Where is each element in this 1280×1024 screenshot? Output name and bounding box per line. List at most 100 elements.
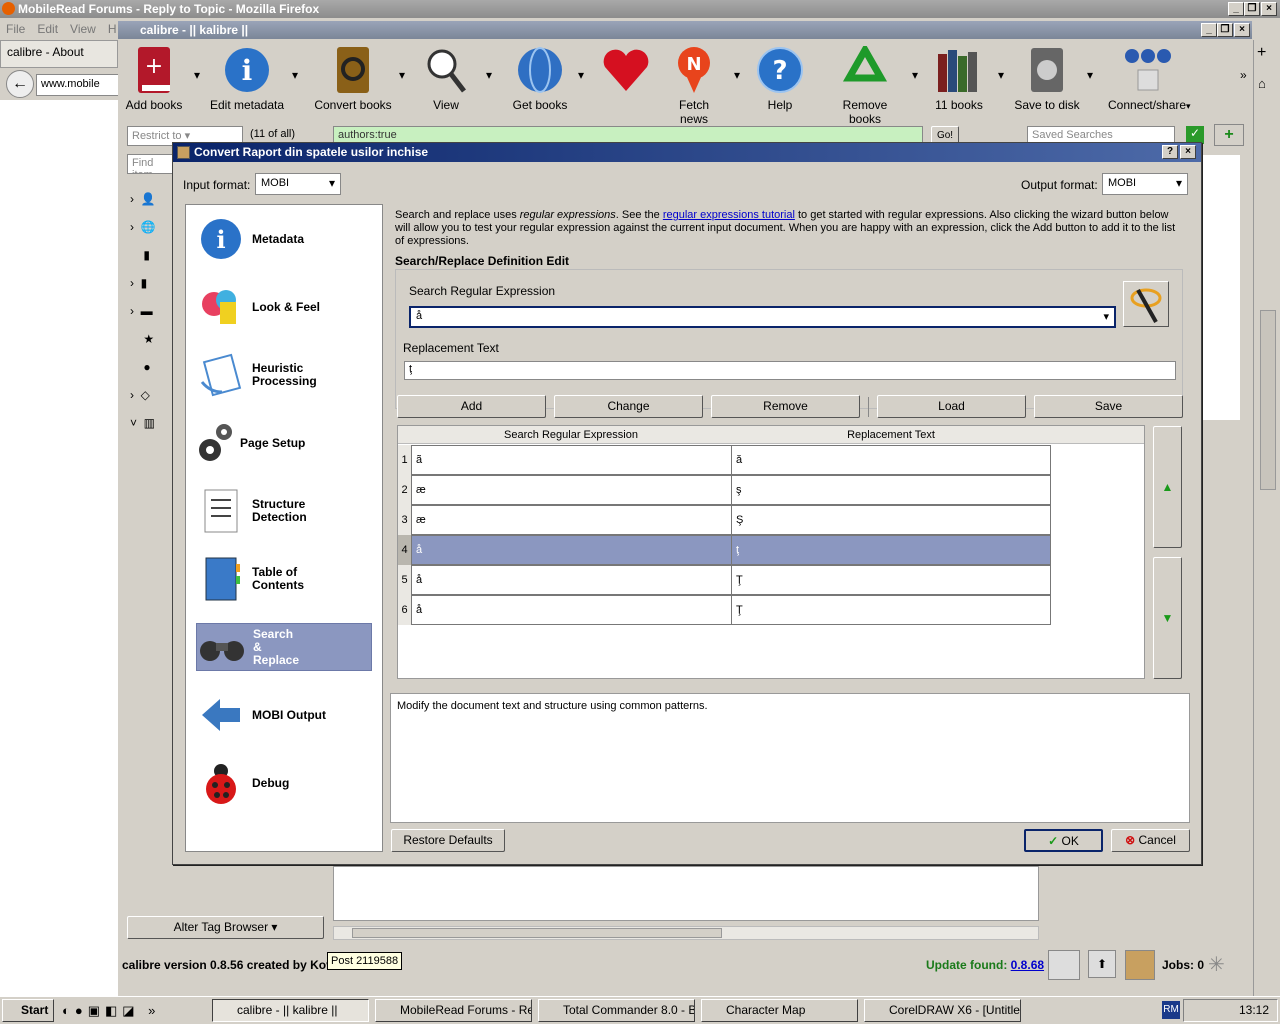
remove-button[interactable]: Remove: [711, 395, 860, 418]
fetch-news-button[interactable]: N Fetch news: [664, 44, 724, 126]
home-icon[interactable]: ⌂: [1258, 76, 1266, 91]
new-tab-icon[interactable]: +: [1257, 44, 1266, 62]
section-heuristic[interactable]: Heuristic Processing: [196, 351, 372, 399]
table-row[interactable]: 5åŢ: [398, 565, 1053, 595]
menu-edit[interactable]: Edit: [37, 22, 58, 36]
book-icon[interactable]: [1125, 950, 1155, 980]
section-structure[interactable]: Structure Detection: [196, 487, 372, 535]
remove-books-button[interactable]: Remove books: [826, 44, 904, 126]
add-books-dropdown[interactable]: ▾: [194, 68, 200, 82]
convert-dropdown[interactable]: ▾: [399, 68, 405, 82]
calibre-minimize-button[interactable]: _: [1201, 23, 1217, 37]
view-dropdown[interactable]: ▾: [486, 68, 492, 82]
task-calibre[interactable]: calibre - || kalibre ||: [212, 999, 369, 1022]
horizontal-scrollbar[interactable]: [333, 926, 1039, 940]
tag-news[interactable]: ●: [130, 353, 170, 381]
find-item-input[interactable]: Find item: [127, 154, 173, 174]
tag-authors[interactable]: › 👤: [130, 185, 170, 213]
move-down-button[interactable]: ▼: [1153, 557, 1182, 679]
expressions-table[interactable]: Search Regular Expression Replacement Te…: [397, 425, 1145, 679]
save-button[interactable]: Save: [1034, 395, 1183, 418]
convert-books-button[interactable]: Convert books: [314, 44, 392, 114]
alter-tag-browser-button[interactable]: Alter Tag Browser ▾: [127, 916, 324, 939]
add-books-button[interactable]: + Add books: [124, 44, 184, 114]
tag-identifiers[interactable]: ˅ ▥: [130, 409, 170, 437]
view-button[interactable]: View: [420, 44, 472, 114]
scroll-thumb[interactable]: [1260, 310, 1276, 490]
toolbar-overflow[interactable]: »: [1240, 68, 1247, 82]
move-up-button[interactable]: ▲: [1153, 426, 1182, 548]
firefox-scrollbar[interactable]: + ⌂: [1253, 40, 1280, 1000]
save-to-disk-button[interactable]: Save to disk: [1014, 44, 1080, 114]
browser-tab[interactable]: calibre - About: [0, 40, 118, 68]
maximize-button[interactable]: ❐: [1244, 2, 1260, 16]
quick-launch[interactable]: ◐●▣◧◪ »: [62, 1003, 202, 1019]
calibre-maximize-button[interactable]: ❐: [1217, 23, 1233, 37]
fetch-news-dropdown[interactable]: ▾: [734, 68, 740, 82]
restore-defaults-button[interactable]: Restore Defaults: [391, 829, 505, 852]
get-books-button[interactable]: Get books: [510, 44, 570, 114]
add-saved-search-icon[interactable]: +: [1214, 124, 1244, 146]
task-total-commander[interactable]: Total Commander 8.0 - B...: [538, 999, 695, 1022]
section-page-setup[interactable]: Page Setup: [196, 419, 372, 467]
start-button[interactable]: Start: [2, 999, 54, 1022]
table-row[interactable]: 2æş: [398, 475, 1053, 505]
section-look-feel[interactable]: Look & Feel: [196, 283, 372, 331]
ok-button[interactable]: ✓ OK: [1024, 829, 1103, 852]
tag-series[interactable]: ▮: [130, 241, 170, 269]
get-books-dropdown[interactable]: ▾: [578, 68, 584, 82]
donate-button[interactable]: [598, 44, 654, 114]
change-button[interactable]: Change: [554, 395, 703, 418]
tag-rating[interactable]: ★: [130, 325, 170, 353]
table-row[interactable]: 1ãă: [398, 445, 1053, 475]
table-row[interactable]: 6åŢ: [398, 595, 1053, 625]
menu-help[interactable]: H: [108, 22, 117, 36]
close-button[interactable]: ×: [1261, 2, 1277, 16]
update-link[interactable]: 0.8.68: [1011, 958, 1044, 972]
menu-file[interactable]: File: [6, 22, 25, 36]
library-dropdown[interactable]: ▾: [998, 68, 1004, 82]
regex-tutorial-link[interactable]: regular expressions tutorial: [663, 209, 795, 221]
library-button[interactable]: 11 books: [932, 44, 986, 114]
task-firefox[interactable]: MobileRead Forums - Re...: [375, 999, 532, 1022]
save-dropdown[interactable]: ▾: [1087, 68, 1093, 82]
search-regex-input[interactable]: å ▾: [409, 306, 1116, 328]
dialog-close-button[interactable]: ×: [1180, 145, 1196, 159]
remove-books-dropdown[interactable]: ▾: [912, 68, 918, 82]
menu-view[interactable]: View: [70, 22, 96, 36]
table-row-selected[interactable]: 4åţ: [398, 535, 1053, 565]
tag-languages[interactable]: › 🌐: [130, 213, 170, 241]
help-button[interactable]: ? Help: [754, 44, 806, 114]
input-format-select[interactable]: MOBI: [255, 173, 341, 195]
calibre-close-button[interactable]: ×: [1234, 23, 1250, 37]
tag-browser[interactable]: › 👤 › 🌐 ▮ › ▮ › ▬ ★ ● › ◇ ˅ ▥: [130, 185, 170, 430]
connect-share-button[interactable]: Connect/share▾: [1108, 44, 1191, 114]
replacement-input[interactable]: ţ: [404, 361, 1176, 380]
cancel-button[interactable]: ⊗ Cancel: [1111, 829, 1190, 852]
export-icon[interactable]: ⬆: [1088, 950, 1116, 978]
section-mobi-output[interactable]: MOBI Output: [196, 691, 372, 739]
tag-icon[interactable]: [1048, 950, 1080, 980]
section-metadata[interactable]: i Metadata: [196, 215, 372, 263]
tag-formats[interactable]: › ▮: [130, 269, 170, 297]
tag-publishers[interactable]: › ▬: [130, 297, 170, 325]
back-button[interactable]: ←: [6, 70, 34, 98]
section-search-replace[interactable]: Search & Replace: [196, 623, 372, 671]
section-debug[interactable]: Debug: [196, 759, 372, 807]
add-button[interactable]: Add: [397, 395, 546, 418]
regex-wizard-button[interactable]: [1123, 281, 1169, 327]
language-indicator[interactable]: RM: [1162, 1001, 1180, 1019]
edit-metadata-button[interactable]: i Edit metadata: [208, 44, 286, 114]
task-coreldraw[interactable]: CorelDRAW X6 - [Untitle...: [864, 999, 1021, 1022]
dialog-help-button[interactable]: ?: [1162, 145, 1178, 159]
output-format-select[interactable]: MOBI: [1102, 173, 1188, 195]
task-character-map[interactable]: Character Map: [701, 999, 858, 1022]
tag-tags[interactable]: › ◇: [130, 381, 170, 409]
column-header-search[interactable]: Search Regular Expression: [411, 426, 731, 444]
load-button[interactable]: Load: [877, 395, 1026, 418]
column-header-replacement[interactable]: Replacement Text: [731, 426, 1051, 444]
url-bar[interactable]: www.mobile: [36, 74, 122, 96]
edit-metadata-dropdown[interactable]: ▾: [292, 68, 298, 82]
table-row[interactable]: 3æŞ: [398, 505, 1053, 535]
minimize-button[interactable]: _: [1228, 2, 1244, 16]
